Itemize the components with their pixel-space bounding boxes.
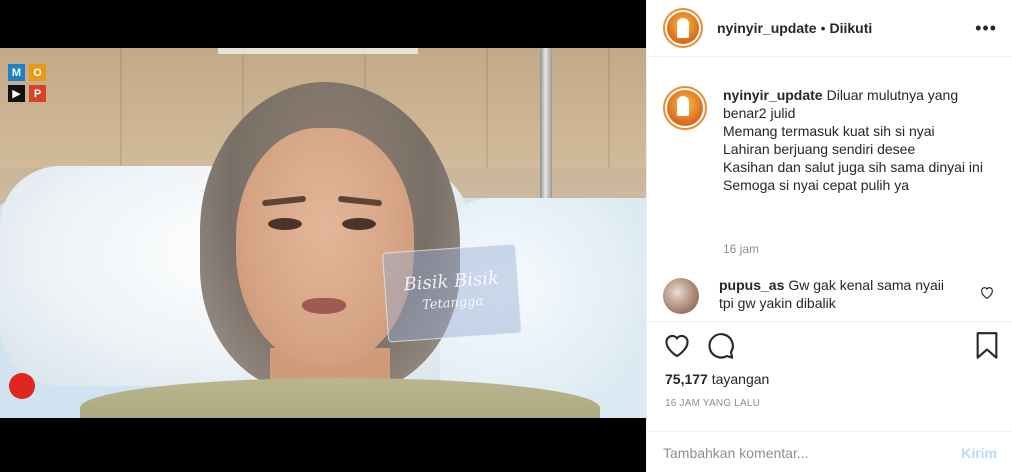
commenter-avatar[interactable] <box>663 278 699 314</box>
post-caption: nyinyir_update Diluar mulutnya yang benar… <box>663 86 993 194</box>
video-ceiling-strip <box>218 48 418 54</box>
record-indicator-icon <box>9 373 35 399</box>
logo-play-icon: ▶ <box>8 85 25 102</box>
bookmark-icon[interactable] <box>975 332 999 365</box>
watermark-line2: Tetangga <box>421 293 484 314</box>
logo-letter-m: M <box>8 64 25 81</box>
video-person-eye-left <box>268 218 302 230</box>
caption-text: nyinyir_update Diluar mulutnya yang benar… <box>723 86 983 194</box>
caption-line-2: Memang termasuk kuat sih si nyai <box>723 123 935 139</box>
logo-letter-p: P <box>29 85 46 102</box>
post-comment-button[interactable]: Kirim <box>961 445 997 461</box>
comment-item: pupus_as Gw gak kenal sama nyaii tpi gw y… <box>663 276 997 316</box>
post-actions: 75,177 tayangan 16 JAM YANG LALU Kirim <box>647 321 1012 472</box>
commenter-username[interactable]: pupus_as <box>719 277 784 293</box>
author-username[interactable]: nyinyir_update <box>717 20 817 36</box>
video-player[interactable]: Bisik Bisik Tetangga <box>0 48 646 418</box>
mop-logo: M O ▶ P <box>8 64 46 104</box>
video-person-eye-right <box>342 218 376 230</box>
video-watermark: Bisik Bisik Tetangga <box>382 243 522 343</box>
more-options-icon[interactable]: ••• <box>975 18 997 38</box>
add-comment-bar: Kirim <box>647 431 1012 472</box>
caption-author-avatar-image <box>667 90 703 126</box>
logo-letter-o: O <box>29 64 46 81</box>
like-heart-icon[interactable] <box>663 332 691 363</box>
comment-like-heart-icon[interactable] <box>980 286 994 304</box>
comment-text: pupus_as Gw gak kenal sama nyaii tpi gw y… <box>719 276 959 316</box>
caption-line-5: Semoga si nyai cepat pulih ya <box>723 177 909 193</box>
follow-status-button[interactable]: Diikuti <box>830 20 873 36</box>
post-header: nyinyir_update • Diikuti ••• <box>647 0 1012 57</box>
video-person-mouth <box>302 298 346 314</box>
caption-timestamp[interactable]: 16 jam <box>723 242 759 256</box>
author-avatar-image <box>667 12 699 44</box>
caption-username[interactable]: nyinyir_update <box>723 87 823 103</box>
caption-author-avatar[interactable] <box>663 86 707 130</box>
author-avatar[interactable] <box>663 8 703 48</box>
views-label: tayangan <box>711 371 770 387</box>
views-count[interactable]: 75,177 tayangan <box>665 371 769 387</box>
caption-line-4: Kasihan dan salut juga sih sama dinyai i… <box>723 159 983 175</box>
post-media[interactable]: Bisik Bisik Tetangga M O ▶ P <box>0 0 646 472</box>
post-time-ago[interactable]: 16 JAM YANG LALU <box>665 398 760 409</box>
views-number: 75,177 <box>665 371 708 387</box>
add-comment-input[interactable] <box>663 444 962 461</box>
caption-line-3: Lahiran berjuang sendiri desee <box>723 141 916 157</box>
post-side-panel: nyinyir_update • Diikuti ••• nyinyir_upd… <box>646 0 1012 472</box>
header-separator: • <box>820 20 826 36</box>
comment-bubble-icon[interactable] <box>707 332 735 365</box>
